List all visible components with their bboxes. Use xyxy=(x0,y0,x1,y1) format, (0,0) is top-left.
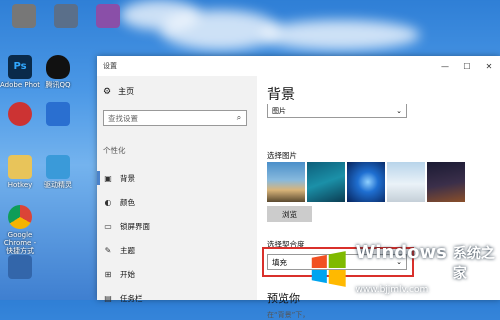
sidebar-item-label: 背景 xyxy=(120,174,135,183)
choose-picture-label: 选择图片 xyxy=(267,151,297,160)
settings-sidebar: ⚙ 主页 查找设置 ⌕ 个性化 ▣ 背景 ◐ 颜色 ▭ 锁屏界面 ✎ 主题 ⊞ … xyxy=(97,76,257,303)
sidebar-item-background[interactable]: ▣ 背景 xyxy=(103,173,135,184)
preview-description: 在“背景”下， xyxy=(267,311,310,319)
minimize-button[interactable]: — xyxy=(434,56,456,76)
background-type-select[interactable]: 图片 ⌄ xyxy=(267,104,407,118)
active-indicator xyxy=(97,171,100,185)
watermark: Windows 系统之家 www.bjjmlv.com xyxy=(304,237,500,300)
user-folder-icon xyxy=(8,155,32,179)
desktop-icon-unknown-3[interactable] xyxy=(88,4,128,28)
desktop-icon-bottom[interactable] xyxy=(0,255,40,279)
search-icon: ⌕ xyxy=(236,113,242,122)
desktop-icon-photoshop[interactable]: Ps Adobe Photosho... xyxy=(0,55,40,89)
monitor-icon: ▭ xyxy=(104,222,112,231)
search-placeholder: 查找设置 xyxy=(108,113,138,123)
desktop-icon-label: Hotkey xyxy=(7,181,33,189)
preview-heading: 预览你 xyxy=(267,292,300,305)
thumbnail-snow[interactable] xyxy=(387,162,425,202)
sidebar-item-label: 开始 xyxy=(120,270,135,279)
sidebar-item-taskbar[interactable]: ▤ 任务栏 xyxy=(103,293,143,304)
app-icon xyxy=(46,102,70,126)
thumbnail-beach[interactable] xyxy=(267,162,305,202)
qq-penguin-icon xyxy=(46,55,70,79)
nav-home[interactable]: ⚙ 主页 xyxy=(103,86,134,97)
thumbnail-nightsky[interactable] xyxy=(427,162,465,202)
sidebar-item-label: 颜色 xyxy=(120,198,135,207)
sidebar-item-label: 锁屏界面 xyxy=(120,222,150,231)
browse-button[interactable]: 浏览 xyxy=(267,206,312,222)
brush-icon: ✎ xyxy=(104,246,112,255)
desktop-icon-qq[interactable]: 腾讯QQ xyxy=(38,55,78,89)
photoshop-icon: Ps xyxy=(8,55,32,79)
background-type-value: 图片 xyxy=(272,106,286,115)
search-input[interactable]: 查找设置 ⌕ xyxy=(103,110,247,126)
nav-home-label: 主页 xyxy=(118,87,135,96)
home-icon: ⚙ xyxy=(103,86,112,97)
page-title: 背景 xyxy=(267,87,295,103)
maximize-button[interactable]: ☐ xyxy=(456,56,478,76)
sidebar-item-label: 任务栏 xyxy=(120,294,143,303)
desktop-icon-unknown-1[interactable] xyxy=(4,4,44,28)
desktop-icon-label: Google Chrome - 快捷方式 xyxy=(3,231,37,255)
watermark-url: www.bjjmlv.com xyxy=(355,285,429,295)
title-bar: 设置 — ☐ ✕ xyxy=(97,56,500,76)
picture-thumbnails xyxy=(267,162,465,202)
start-icon: ⊞ xyxy=(104,270,112,279)
desktop-icon-label: 腾讯QQ xyxy=(45,81,71,89)
app-icon xyxy=(8,102,32,126)
thumbnail-underwater[interactable] xyxy=(307,162,345,202)
desktop-icon-red[interactable] xyxy=(0,102,40,126)
close-button[interactable]: ✕ xyxy=(478,56,500,76)
chrome-icon xyxy=(8,205,32,229)
driver-icon xyxy=(46,155,70,179)
sidebar-item-start[interactable]: ⊞ 开始 xyxy=(103,269,135,280)
sidebar-item-colors[interactable]: ◐ 颜色 xyxy=(103,197,136,208)
watermark-cn: 系统之家 xyxy=(452,246,495,282)
section-title: 个性化 xyxy=(103,146,126,155)
taskbar-icon: ▤ xyxy=(104,294,112,303)
desktop-icon-label: Adobe Photosho... xyxy=(0,81,40,89)
desktop-icon-blue[interactable] xyxy=(38,102,78,126)
app-icon xyxy=(8,255,32,279)
desktop-icon-unknown-2[interactable] xyxy=(46,4,86,28)
watermark-brand: Windows xyxy=(355,242,447,263)
thumbnail-windows[interactable] xyxy=(347,162,385,202)
palette-icon: ◐ xyxy=(104,198,112,207)
sidebar-item-label: 主题 xyxy=(120,246,135,255)
windows-logo-icon xyxy=(311,250,346,287)
chevron-down-icon: ⌄ xyxy=(396,106,402,115)
sidebar-item-themes[interactable]: ✎ 主题 xyxy=(103,245,135,256)
desktop-icon-driver[interactable]: 驱动精灵 xyxy=(38,155,78,189)
window-title: 设置 xyxy=(103,62,117,70)
image-icon: ▣ xyxy=(104,174,112,183)
desktop-icon-label: 驱动精灵 xyxy=(44,181,72,189)
desktop-icon-hotkey[interactable]: Hotkey xyxy=(0,155,40,189)
desktop-icon-chrome[interactable]: Google Chrome - 快捷方式 xyxy=(0,205,40,255)
sidebar-item-lockscreen[interactable]: ▭ 锁屏界面 xyxy=(103,221,150,232)
